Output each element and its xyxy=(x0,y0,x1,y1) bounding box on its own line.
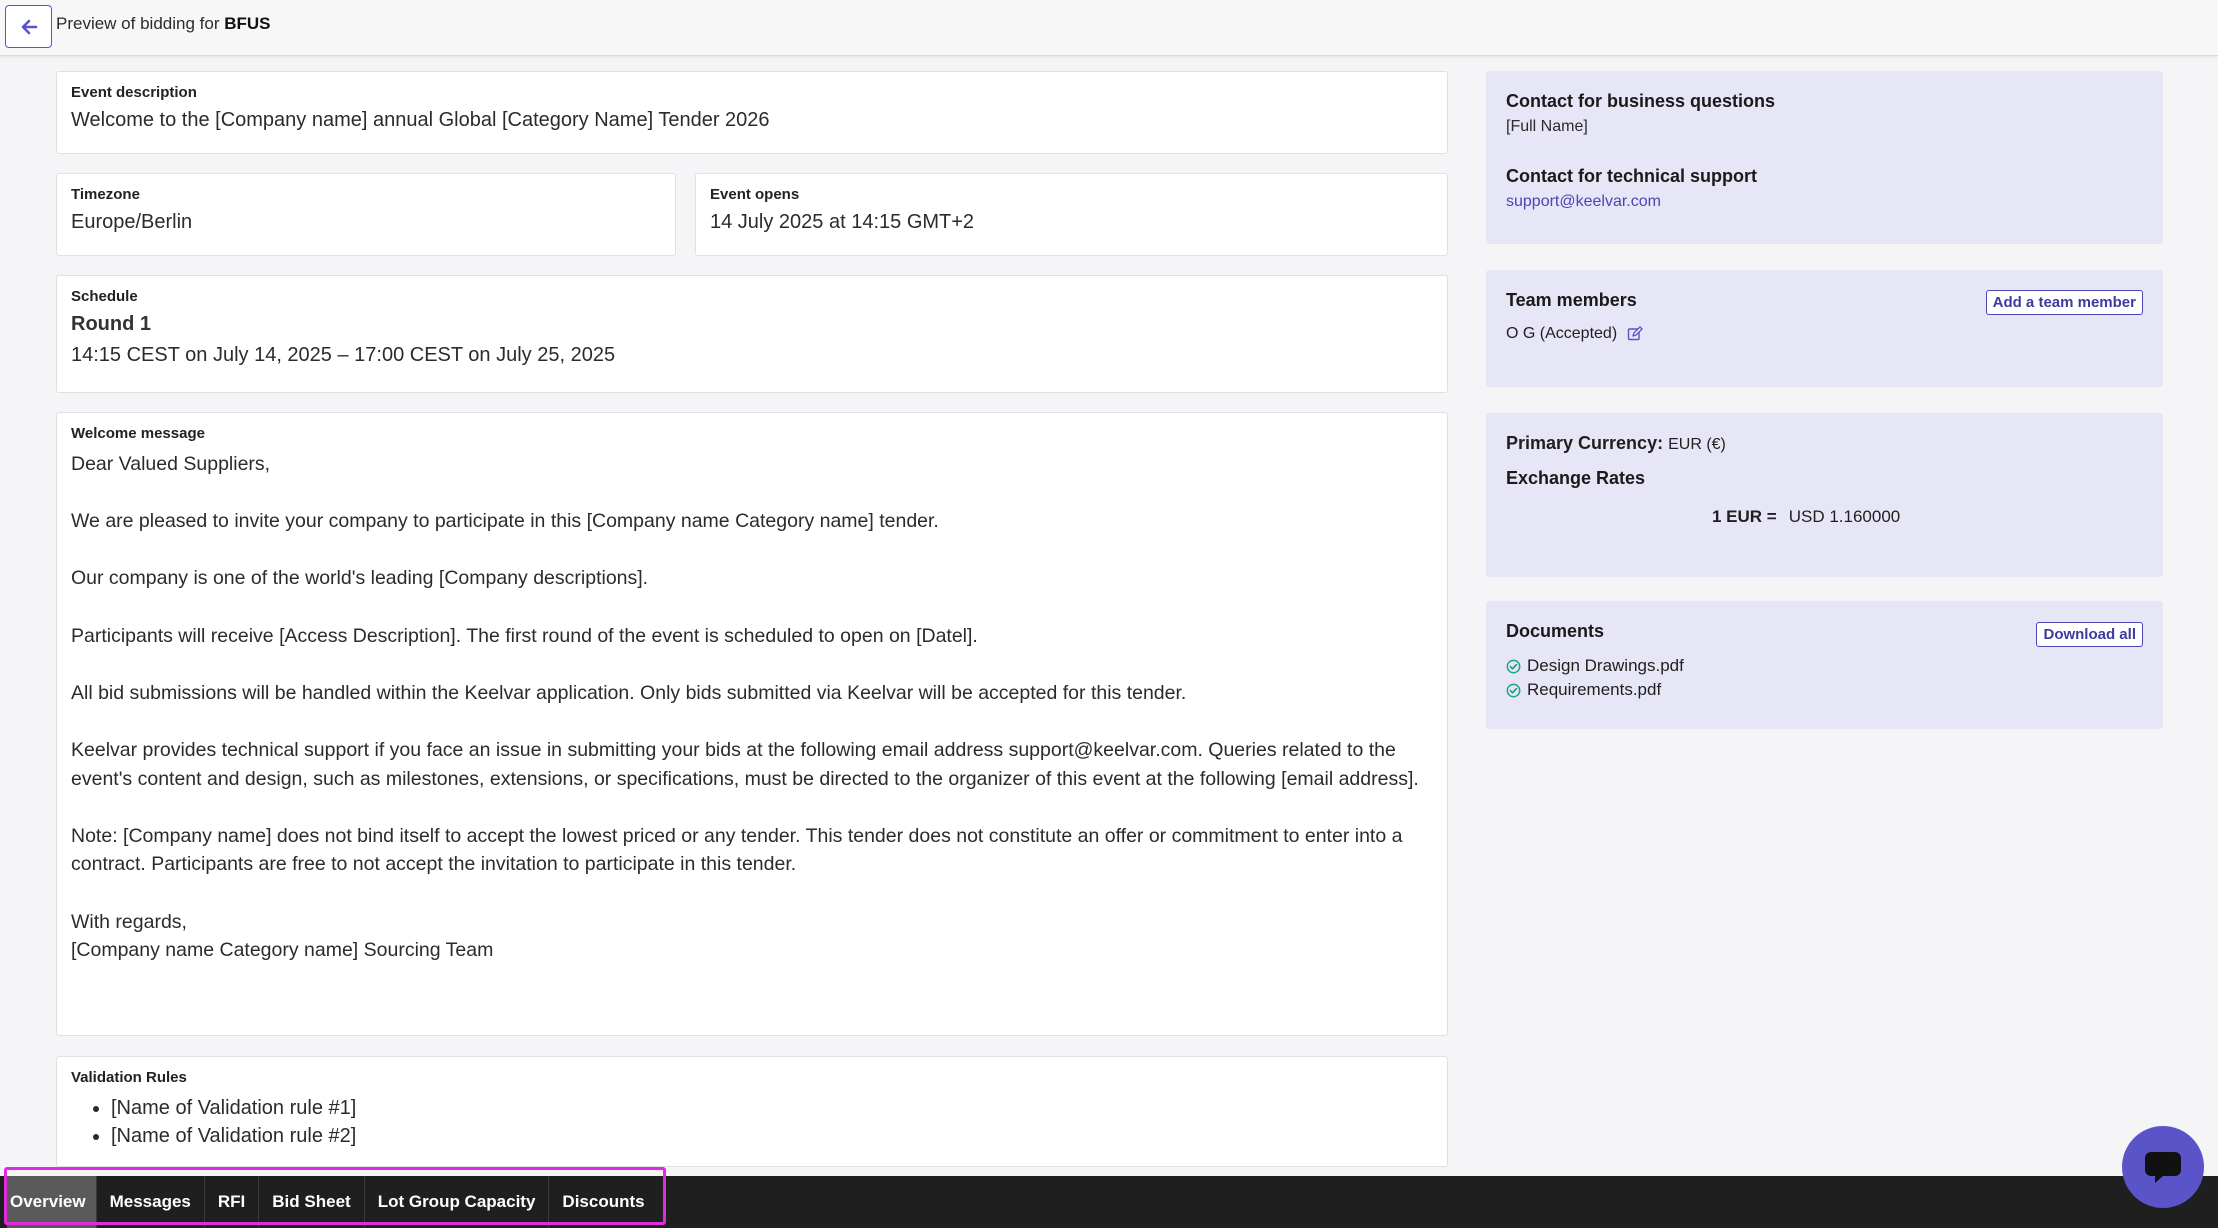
add-team-member-button[interactable]: Add a team member xyxy=(1985,290,2143,315)
tab-bid-sheet[interactable]: Bid Sheet xyxy=(259,1176,365,1228)
welcome-signoff-team: [Company name Category name] Sourcing Te… xyxy=(71,939,494,962)
chat-widget-button[interactable] xyxy=(2122,1126,2204,1208)
documents-panel: Documents Download all Design Drawings.p… xyxy=(1486,601,2163,729)
tab-rfi[interactable]: RFI xyxy=(205,1176,260,1228)
timezone-value: Europe/Berlin xyxy=(71,211,193,233)
event-description-label: Event description xyxy=(71,84,197,101)
tech-support-email-link[interactable]: support@keelvar.com xyxy=(1506,193,2143,211)
document-item[interactable]: Design Drawings.pdf xyxy=(1506,656,2143,676)
exchange-rate-row: 1 EUR = USD 1.160000 xyxy=(1712,507,2143,527)
documents-list: Design Drawings.pdf Requirements.pdf xyxy=(1506,656,2143,700)
tab-messages[interactable]: Messages xyxy=(97,1176,205,1228)
tab-lot-group-capacity[interactable]: Lot Group Capacity xyxy=(365,1176,550,1228)
event-opens-card: Event opens 14 July 2025 at 14:15 GMT+2 xyxy=(695,173,1448,256)
tab-discounts[interactable]: Discounts xyxy=(549,1176,657,1228)
top-bar: Preview of bidding for BFUS xyxy=(0,0,2218,56)
event-opens-label: Event opens xyxy=(710,186,800,203)
page-title: Preview of bidding for BFUS xyxy=(56,14,271,34)
download-all-button[interactable]: Download all xyxy=(2036,622,2143,647)
edit-icon[interactable] xyxy=(1627,326,1643,342)
team-members-panel: Team members Add a team member O G (Acce… xyxy=(1486,270,2163,387)
contact-panel: Contact for business questions [Full Nam… xyxy=(1486,71,2163,244)
welcome-paragraph: Keelvar provides technical support if yo… xyxy=(71,738,1419,790)
validation-rules-label: Validation Rules xyxy=(71,1069,187,1086)
team-member-row: O G (Accepted) xyxy=(1506,325,2143,343)
document-name: Design Drawings.pdf xyxy=(1527,656,1684,675)
validation-rule: [Name of Validation rule #1] xyxy=(111,1094,1433,1122)
timezone-label: Timezone xyxy=(71,186,140,203)
primary-currency-label: Primary Currency: xyxy=(1506,433,1664,453)
page-title-prefix: Preview of bidding for xyxy=(56,14,220,33)
exchange-rates-label: Exchange Rates xyxy=(1506,468,1646,488)
tech-support-label: Contact for technical support xyxy=(1506,166,1758,186)
welcome-message-label: Welcome message xyxy=(71,425,205,442)
event-description-value: Welcome to the [Company name] annual Glo… xyxy=(71,109,770,131)
timezone-card: Timezone Europe/Berlin xyxy=(56,173,676,256)
tab-list: Overview Messages RFI Bid Sheet Lot Grou… xyxy=(7,1176,658,1228)
event-description-card: Event description Welcome to the [Compan… xyxy=(56,71,1448,154)
arrow-left-icon xyxy=(21,19,37,34)
welcome-message-card: Welcome message Dear Valued Suppliers, W… xyxy=(56,412,1448,1036)
welcome-paragraph: Participants will receive [Access Descri… xyxy=(71,624,978,647)
tab-overview[interactable]: Overview xyxy=(7,1176,97,1228)
schedule-label: Schedule xyxy=(71,288,138,305)
document-item[interactable]: Requirements.pdf xyxy=(1506,680,2143,700)
welcome-signoff: With regards, [Company name Category nam… xyxy=(71,908,1433,965)
schedule-range: 14:15 CEST on July 14, 2025 – 17:00 CEST… xyxy=(71,344,616,366)
back-button[interactable] xyxy=(5,5,52,48)
event-code: BFUS xyxy=(224,14,271,33)
check-circle-icon xyxy=(1506,659,1521,673)
chat-bubble-icon xyxy=(2145,1152,2181,1183)
business-contact-name: [Full Name] xyxy=(1506,118,1588,135)
validation-rule: [Name of Validation rule #2] xyxy=(111,1122,1433,1150)
schedule-round: Round 1 xyxy=(71,313,151,335)
welcome-paragraph: Our company is one of the world's leadin… xyxy=(71,567,649,590)
primary-currency-value: EUR (€) xyxy=(1668,436,1726,453)
business-contact-label: Contact for business questions xyxy=(1506,91,1776,111)
welcome-paragraph: We are pleased to invite your company to… xyxy=(71,510,939,533)
welcome-paragraph: All bid submissions will be handled with… xyxy=(71,681,1187,704)
exchange-rate-base: 1 EUR = xyxy=(1712,507,1777,526)
welcome-paragraph: Note: [Company name] does not bind itsel… xyxy=(71,824,1403,876)
event-opens-value: 14 July 2025 at 14:15 GMT+2 xyxy=(710,211,975,233)
check-circle-icon xyxy=(1506,683,1521,697)
welcome-message-body: Dear Valued Suppliers, We are pleased to… xyxy=(71,450,1433,965)
document-name: Requirements.pdf xyxy=(1527,680,1662,699)
validation-rules-card: Validation Rules [Name of Validation rul… xyxy=(56,1056,1448,1167)
currency-panel: Primary Currency: EUR (€) Exchange Rates… xyxy=(1486,413,2163,577)
team-member-name: O G (Accepted) xyxy=(1506,325,1618,342)
welcome-signoff-line: With regards, xyxy=(71,910,187,933)
primary-currency-row: Primary Currency: EUR (€) xyxy=(1506,433,2143,454)
welcome-paragraph: Dear Valued Suppliers, xyxy=(71,453,271,475)
schedule-card: Schedule Round 1 14:15 CEST on July 14, … xyxy=(56,275,1448,393)
exchange-rate-value: USD 1.160000 xyxy=(1788,507,1901,526)
validation-rules-list: [Name of Validation rule #1] [Name of Va… xyxy=(111,1094,1433,1150)
